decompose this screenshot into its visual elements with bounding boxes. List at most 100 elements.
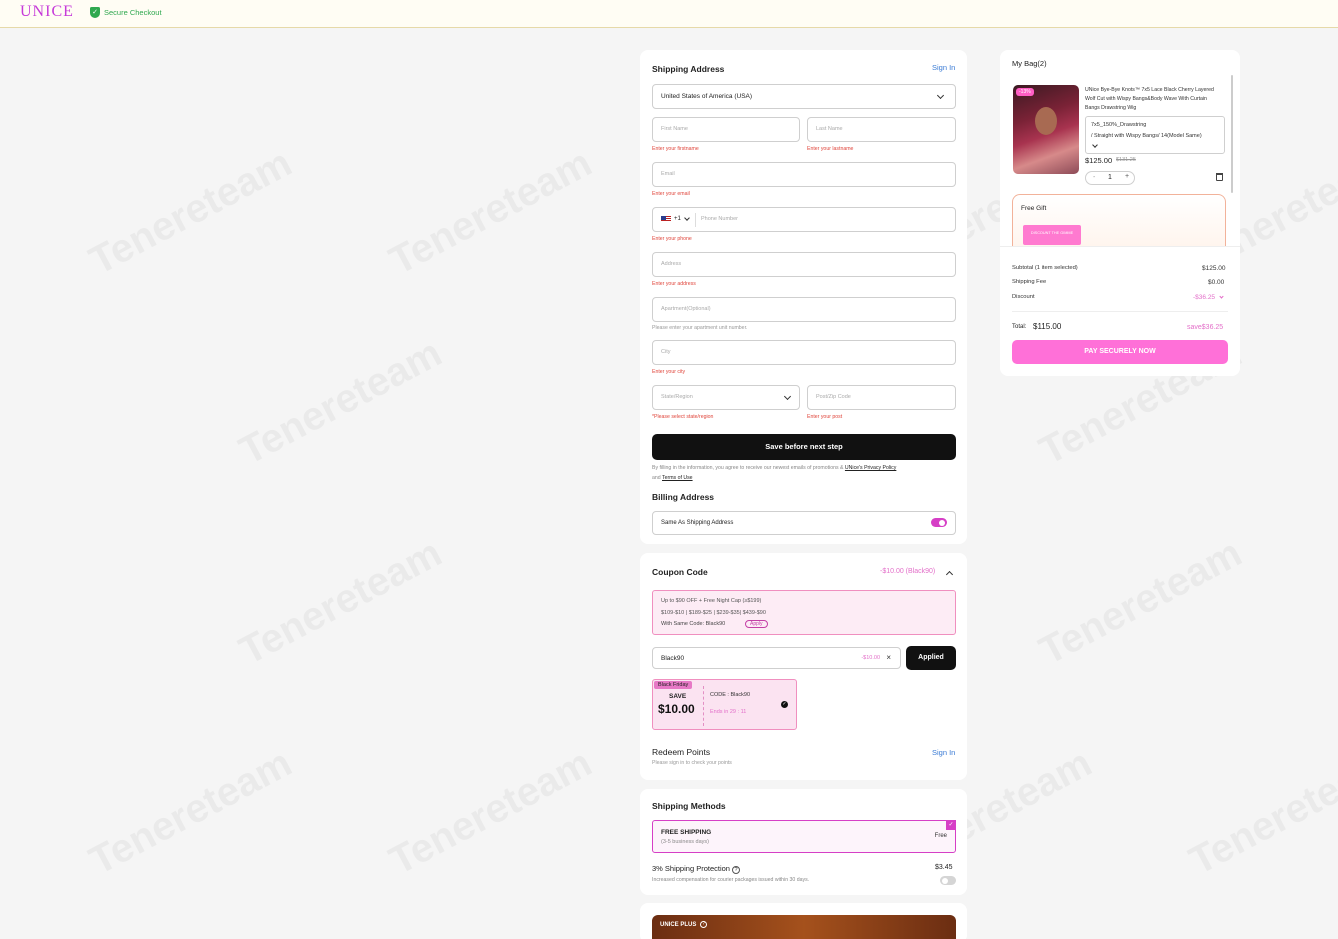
state-error: *Please select state/region: [652, 414, 714, 420]
state-placeholder: State/Region: [661, 394, 693, 400]
divider: [695, 213, 696, 227]
apply-chip[interactable]: Apply: [745, 620, 768, 628]
bag-scrollbar[interactable]: [1231, 75, 1233, 193]
shipping-fee-label: Shipping Fee: [1012, 279, 1047, 285]
first-name-field[interactable]: First Name: [652, 117, 800, 142]
quantity-value[interactable]: 1: [1108, 174, 1112, 181]
ticket-tag: Black Friday: [654, 681, 693, 689]
promo-line-1: Up to $90 OFF + Free Night Cap (≥$199): [661, 598, 762, 604]
shipping-option-name: FREE SHIPPING: [661, 829, 712, 836]
phone-code[interactable]: +1: [674, 216, 681, 222]
redeem-sign-in-link[interactable]: Sign In: [932, 748, 955, 757]
consent-and: and: [652, 475, 661, 481]
product-price: $125.00: [1085, 156, 1113, 165]
phone-placeholder: Phone Number: [701, 216, 738, 222]
shipping-protection-label: 3% Shipping Protection: [652, 864, 730, 873]
city-placeholder: City: [661, 349, 671, 355]
trash-icon[interactable]: [1216, 173, 1223, 181]
same-as-shipping-label: Same As Shipping Address: [661, 520, 734, 526]
email-field[interactable]: Email: [652, 162, 956, 187]
ticket-ends: Ends in 29 : 11: [710, 709, 747, 715]
coupon-applied-summary[interactable]: -$10.00 (Black90): [880, 568, 935, 575]
shipping-option-price: Free: [934, 833, 947, 839]
watermark: Tenereteam: [1032, 531, 1249, 675]
product-image[interactable]: -13%: [1013, 85, 1079, 174]
product-title[interactable]: UNice Bye-Bye Knots™ 7x5 Lace Black Cher…: [1085, 86, 1220, 113]
shipping-protection-toggle[interactable]: [940, 876, 956, 885]
secure-checkout-label: Secure Checkout: [104, 8, 162, 17]
quantity-minus-button[interactable]: -: [1093, 174, 1095, 181]
variant-select[interactable]: 7x5_150%_Drawstring / Straight with Wisp…: [1085, 116, 1225, 154]
apartment-hint: Please enter your apartment unit number.: [652, 325, 748, 331]
watermark: Tenereteam: [382, 741, 599, 885]
watermark: Tenereteam: [1182, 741, 1338, 885]
address-field[interactable]: Address: [652, 252, 956, 277]
pay-securely-now-button[interactable]: PAY SECURELY NOW: [1012, 340, 1228, 364]
first-name-error: Enter your firstname: [652, 146, 699, 152]
product-image-face: [1035, 107, 1057, 135]
redeem-points-title: Redeem Points: [652, 747, 711, 757]
info-icon[interactable]: ?: [700, 921, 707, 928]
email-error: Enter your email: [652, 191, 690, 197]
applied-button[interactable]: Applied: [906, 646, 956, 670]
privacy-policy-link[interactable]: UNice's Privacy Policy: [845, 465, 896, 471]
billing-address-title: Billing Address: [652, 492, 715, 502]
ticket-save-label: SAVE: [669, 693, 687, 700]
unice-plus-label: UNICE PLUS: [660, 922, 697, 928]
ticket-code: CODE : Black90: [710, 692, 751, 698]
quantity-plus-button[interactable]: +: [1125, 173, 1129, 180]
save-before-next-step-button[interactable]: Save before next step: [652, 434, 956, 460]
shipping-methods-title: Shipping Methods: [652, 801, 726, 811]
ticket-divider: [703, 686, 704, 726]
post-code-field[interactable]: Post/Zip Code: [807, 385, 956, 410]
unice-plus-banner[interactable]: UNICE PLUS ?: [652, 915, 956, 939]
variant-line-1: 7x5_150%_Drawstring: [1091, 122, 1147, 128]
country-select[interactable]: United States of America (USA): [652, 84, 956, 109]
free-shipping-option[interactable]: FREE SHIPPING (3-5 business days) Free ✓: [652, 820, 956, 853]
divider: [1000, 246, 1240, 247]
chevron-down-icon: [936, 91, 945, 100]
clear-icon[interactable]: ×: [886, 653, 891, 662]
phone-error: Enter your phone: [652, 236, 692, 242]
quantity-stepper: - 1 +: [1085, 171, 1135, 185]
discount-value[interactable]: -$36.25: [1193, 294, 1215, 301]
shipping-option-days: (3-5 business days): [661, 839, 709, 845]
free-gift-title: Free Gift: [1021, 205, 1047, 212]
coupon-input[interactable]: Black90 -$10.00 ×: [652, 647, 901, 669]
unice-logo[interactable]: UNICE: [20, 3, 74, 21]
shipping-protection-title: 3% Shipping Protection ?: [652, 864, 741, 874]
terms-of-use-link[interactable]: Terms of Use: [662, 475, 693, 481]
city-field[interactable]: City: [652, 340, 956, 365]
phone-field[interactable]: +1 Phone Number: [652, 207, 956, 232]
state-select[interactable]: State/Region: [652, 385, 800, 410]
shipping-protection-price: $3.45: [935, 864, 953, 871]
discount-badge: -13%: [1016, 88, 1034, 96]
email-placeholder: Email: [661, 171, 675, 177]
promo-line-2: $109-$10 | $189-$25 | $239-$35| $439-$90: [661, 610, 766, 616]
last-name-field[interactable]: Last Name: [807, 117, 956, 142]
product-original-price: $131.25: [1116, 157, 1136, 163]
shipping-sign-in-link[interactable]: Sign In: [932, 63, 955, 72]
free-gift-box[interactable]: Free Gift DISCOUNT THE GIMME: [1012, 194, 1226, 246]
check-circle-icon: ✓: [781, 701, 788, 708]
apartment-placeholder: Apartment(Optional): [661, 306, 711, 312]
apartment-field[interactable]: Apartment(Optional): [652, 297, 956, 322]
same-as-shipping-toggle[interactable]: [931, 518, 947, 527]
subtotal-label: Subtotal (1 item selected): [1012, 265, 1078, 271]
chevron-down-icon: [783, 392, 792, 401]
consent-text: By filling in the information, you agree…: [652, 463, 956, 483]
help-icon[interactable]: ?: [732, 866, 741, 874]
discount-label: Discount: [1012, 294, 1035, 300]
coupon-ticket[interactable]: Black Friday SAVE $10.00 CODE : Black90 …: [652, 679, 797, 730]
same-as-shipping-row: Same As Shipping Address: [652, 511, 956, 535]
coupon-input-value: Black90: [661, 655, 685, 662]
watermark: Tenereteam: [232, 531, 449, 675]
address-error: Enter your address: [652, 281, 696, 287]
save-amount: save$36.25: [1187, 324, 1224, 331]
chevron-down-icon: [684, 215, 690, 221]
coupon-input-discount: -$10.00: [861, 655, 880, 661]
watermark: Tenereteam: [82, 741, 299, 885]
country-value: United States of America (USA): [661, 93, 753, 100]
shield-check-icon: ✓: [90, 7, 100, 18]
us-flag-icon: [661, 216, 671, 223]
